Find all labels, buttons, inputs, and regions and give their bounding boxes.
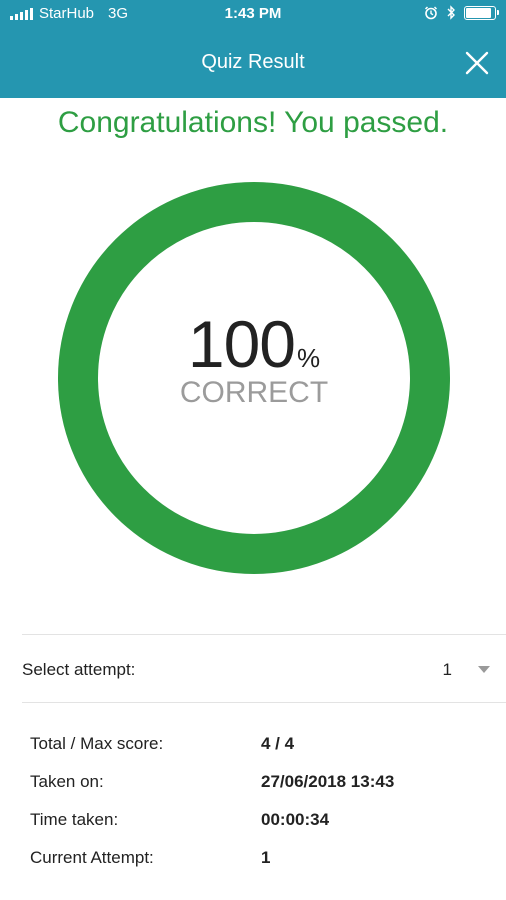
carrier-name: StarHub [39,5,95,22]
result-details: Total / Max score: 4 / 4 Taken on: 27/06… [30,726,490,878]
score-ring: 100% CORRECT [58,182,450,574]
score-percent: 100% [58,306,450,382]
detail-row: Current Attempt: 1 [30,840,490,878]
detail-row: Taken on: 27/06/2018 13:43 [30,764,490,802]
score-percent-symbol: % [297,343,321,373]
divider [22,702,506,703]
detail-value: 4 / 4 [261,734,295,753]
attempt-selector[interactable]: Select attempt: 1 [22,636,490,702]
close-icon[interactable] [462,48,492,78]
score-percent-value: 100 [187,307,296,381]
app-header: Quiz Result [0,28,506,98]
detail-value: 1 [261,848,271,867]
detail-label: Total / Max score: [30,734,164,753]
network-type: 3G [108,5,129,22]
detail-value: 00:00:34 [261,810,330,829]
detail-value: 27/06/2018 13:43 [261,772,395,791]
status-bar-right [424,5,499,20]
bluetooth-icon [447,5,455,20]
divider [22,634,506,635]
score-caption: CORRECT [179,376,329,409]
page-title: Quiz Result [201,51,305,73]
signal-icon [10,7,33,20]
detail-row: Total / Max score: 4 / 4 [30,726,490,764]
detail-label: Current Attempt: [30,848,154,867]
detail-row: Time taken: 00:00:34 [30,802,490,840]
status-bar: StarHub 3G 1:43 PM [0,0,506,28]
attempt-selector-value: 1 [442,660,452,679]
result-message: Congratulations! You passed. [57,106,449,139]
battery-fill [466,7,491,18]
status-bar-left: StarHub 3G [10,5,128,22]
chevron-down-icon [478,666,490,673]
detail-label: Taken on: [30,772,104,791]
battery-icon [464,5,499,20]
alarm-icon [424,5,438,19]
attempt-selector-label: Select attempt: [22,660,136,679]
detail-label: Time taken: [30,810,119,829]
